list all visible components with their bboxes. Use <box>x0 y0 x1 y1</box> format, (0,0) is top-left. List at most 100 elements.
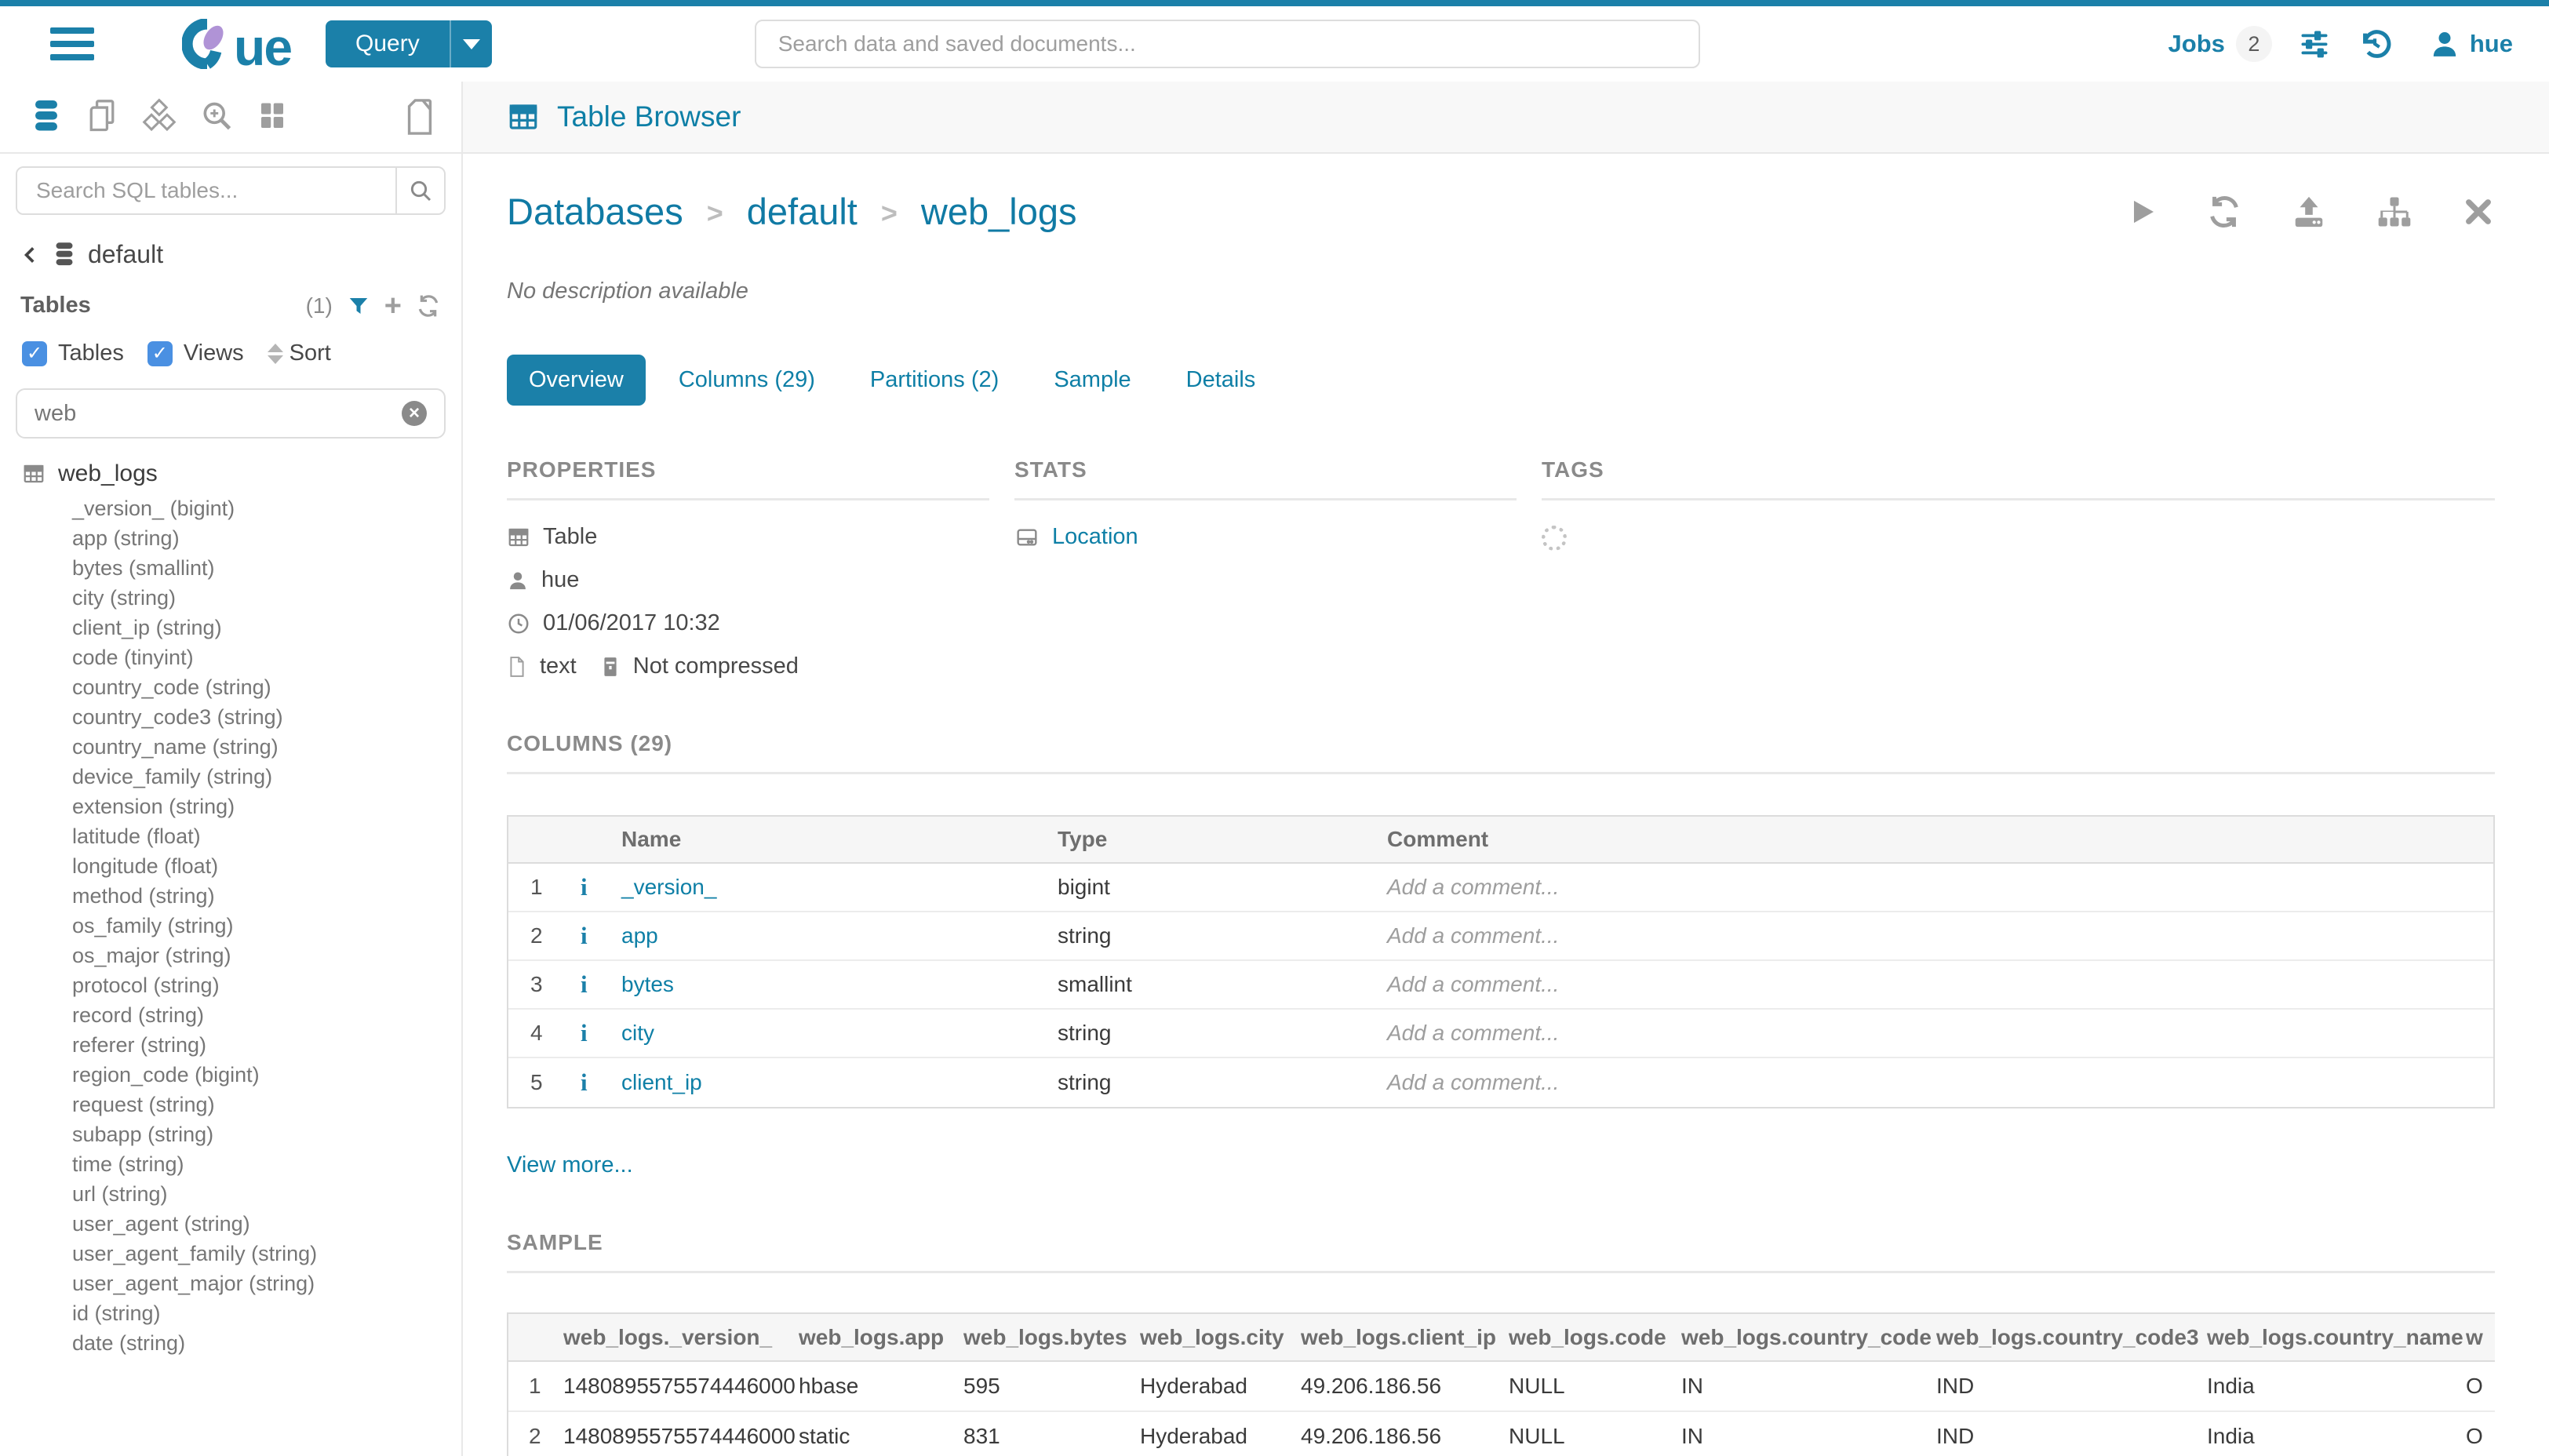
sidebar-column-item[interactable]: latitude (float) <box>16 821 446 851</box>
functions-assist-icon[interactable] <box>141 98 177 136</box>
sliders-icon[interactable] <box>2297 27 2332 61</box>
sidebar-column-item[interactable]: time (string) <box>16 1149 446 1179</box>
sidebar-column-item[interactable]: request (string) <box>16 1090 446 1119</box>
sidebar-column-item[interactable]: bytes (smallint) <box>16 553 446 583</box>
sidebar-column-item[interactable]: _version_ (bigint) <box>16 493 446 523</box>
tab-columns[interactable]: Columns (29) <box>657 355 837 406</box>
sidebar-column-item[interactable]: region_code (bigint) <box>16 1060 446 1090</box>
upload-icon[interactable] <box>2291 194 2327 230</box>
comment-placeholder[interactable]: Add a comment... <box>1387 1021 2493 1046</box>
tab-sample[interactable]: Sample <box>1032 355 1153 406</box>
user-menu[interactable]: hue <box>2429 28 2513 60</box>
sidebar-column-item[interactable]: referer (string) <box>16 1030 446 1060</box>
info-icon[interactable]: i <box>570 922 621 950</box>
sql-table-search-input[interactable] <box>17 168 395 213</box>
sidebar-column-item[interactable]: device_family (string) <box>16 762 446 792</box>
close-icon[interactable] <box>2462 195 2495 228</box>
filter-funnel-icon[interactable] <box>347 294 370 318</box>
column-name-link[interactable]: app <box>621 923 1058 948</box>
location-link[interactable]: Location <box>1052 524 1138 550</box>
refresh-tables-icon[interactable] <box>416 293 441 318</box>
sample-table: web_logs._version_web_logs.appweb_logs.b… <box>508 1314 2495 1456</box>
clear-filter-icon[interactable]: × <box>402 401 427 426</box>
refresh-icon[interactable] <box>2206 194 2242 230</box>
sidebar-column-item[interactable]: user_agent_family (string) <box>16 1239 446 1269</box>
sql-assist-icon[interactable] <box>30 98 63 136</box>
sidebar-column-item[interactable]: city (string) <box>16 583 446 613</box>
sidebar-column-item[interactable]: client_ip (string) <box>16 613 446 642</box>
query-dropdown-button[interactable] <box>450 20 492 67</box>
tab-details[interactable]: Details <box>1164 355 1278 406</box>
info-icon[interactable]: i <box>570 1019 621 1047</box>
file-format-icon <box>507 655 527 679</box>
table-browser-icon <box>507 100 540 133</box>
sidebar-column-item[interactable]: app (string) <box>16 523 446 553</box>
sample-header-cell: web_logs.country_name <box>2207 1314 2466 1361</box>
sidebar-column-item[interactable]: os_major (string) <box>16 941 446 970</box>
database-breadcrumb[interactable]: default <box>20 240 446 269</box>
breadcrumb-default[interactable]: default <box>747 190 858 233</box>
hamburger-menu-button[interactable] <box>50 27 94 60</box>
comment-placeholder[interactable]: Add a comment... <box>1387 923 2493 948</box>
sort-icon[interactable] <box>268 344 283 364</box>
query-split-button: Query <box>326 20 492 67</box>
comment-placeholder[interactable]: Add a comment... <box>1387 972 2493 997</box>
sidebar-column-item[interactable]: os_family (string) <box>16 911 446 941</box>
breadcrumb-web-logs[interactable]: web_logs <box>921 190 1077 233</box>
sidebar-column-item[interactable]: code (tinyint) <box>16 642 446 672</box>
documents-assist-icon[interactable] <box>85 98 119 136</box>
sort-label[interactable]: Sort <box>289 340 331 366</box>
tables-checkbox[interactable]: ✓ <box>22 341 47 366</box>
column-name-link[interactable]: _version_ <box>621 875 1058 900</box>
columns-table-body: 1i_version_bigintAdd a comment...2iappst… <box>508 864 2493 1107</box>
importer-icon[interactable] <box>402 97 438 136</box>
comment-placeholder[interactable]: Add a comment... <box>1387 1070 2493 1095</box>
sidebar-column-item[interactable]: id (string) <box>16 1298 446 1328</box>
apps-assist-icon[interactable] <box>256 99 289 135</box>
tab-overview[interactable]: Overview <box>507 355 646 406</box>
tab-partitions[interactable]: Partitions (2) <box>848 355 1021 406</box>
search-assist-icon[interactable] <box>199 98 234 136</box>
views-checkbox[interactable]: ✓ <box>147 341 173 366</box>
view-more-link[interactable]: View more... <box>507 1152 633 1178</box>
sidebar-column-item[interactable]: method (string) <box>16 881 446 911</box>
sidebar-column-item[interactable]: protocol (string) <box>16 970 446 1000</box>
query-table-icon[interactable] <box>2126 195 2158 229</box>
sidebar-column-item[interactable]: record (string) <box>16 1000 446 1030</box>
column-name-link[interactable]: city <box>621 1021 1058 1046</box>
query-button[interactable]: Query <box>326 20 450 67</box>
table-filter-input[interactable] <box>35 401 402 427</box>
table-item-web-logs[interactable]: web_logs <box>16 460 446 487</box>
sitemap-icon[interactable] <box>2376 194 2413 230</box>
sidebar-column-item[interactable]: url (string) <box>16 1179 446 1209</box>
sidebar-column-item[interactable]: country_code3 (string) <box>16 702 446 732</box>
column-name-link[interactable]: client_ip <box>621 1070 1058 1095</box>
sample-cell: IN <box>1681 1361 1936 1411</box>
sidebar-column-item[interactable]: country_code (string) <box>16 672 446 702</box>
info-icon[interactable]: i <box>570 873 621 901</box>
column-header-name: Name <box>621 827 1058 852</box>
columns-section-heading: COLUMNS (29) <box>507 731 2495 774</box>
comment-placeholder[interactable]: Add a comment... <box>1387 875 2493 900</box>
sample-cell: 49.206.186.56 <box>1301 1361 1509 1411</box>
jobs-link[interactable]: Jobs <box>2168 30 2225 58</box>
sidebar-column-item[interactable]: date (string) <box>16 1328 446 1358</box>
breadcrumb-databases[interactable]: Databases <box>507 190 683 233</box>
info-icon[interactable]: i <box>570 970 621 999</box>
sidebar-column-item[interactable]: extension (string) <box>16 792 446 821</box>
sample-header-cell: web_logs.client_ip <box>1301 1314 1509 1361</box>
sidebar-column-item[interactable]: longitude (float) <box>16 851 446 881</box>
hue-logo[interactable]: ue <box>182 19 291 69</box>
sql-table-search-button[interactable] <box>395 168 444 213</box>
sidebar-column-item[interactable]: user_agent_major (string) <box>16 1269 446 1298</box>
sample-table-container[interactable]: web_logs._version_web_logs.appweb_logs.b… <box>507 1312 2495 1456</box>
sidebar-column-item[interactable]: subapp (string) <box>16 1119 446 1149</box>
add-table-icon[interactable]: + <box>384 295 402 317</box>
column-name-link[interactable]: bytes <box>621 972 1058 997</box>
history-icon[interactable] <box>2357 26 2393 62</box>
sidebar-column-item[interactable]: country_name (string) <box>16 732 446 762</box>
sample-header-cell: web_logs._version_ <box>563 1314 799 1361</box>
sidebar-column-item[interactable]: user_agent (string) <box>16 1209 446 1239</box>
global-search-input[interactable] <box>755 20 1700 68</box>
info-icon[interactable]: i <box>570 1068 621 1097</box>
